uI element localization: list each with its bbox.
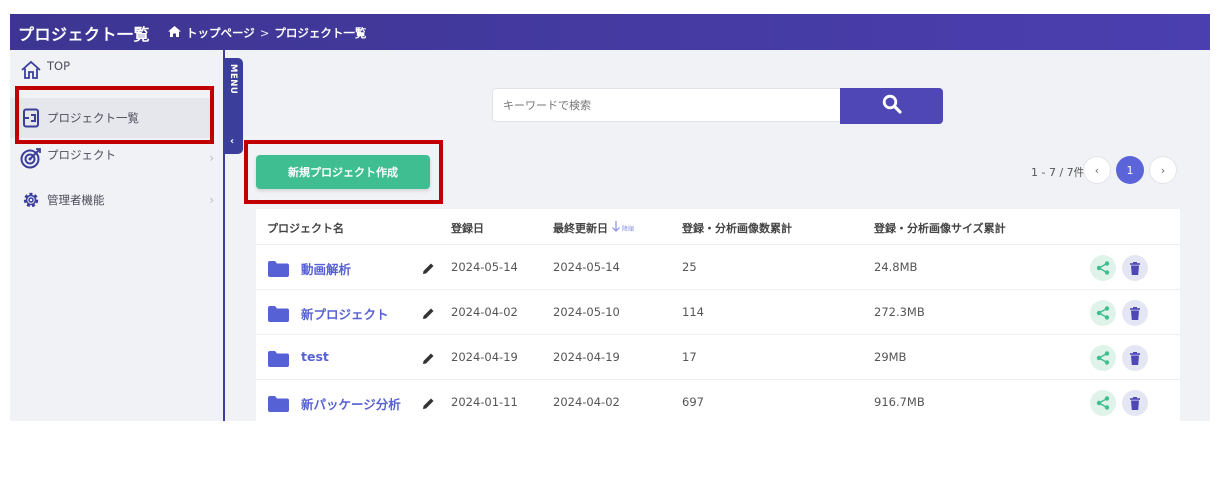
search-button[interactable] — [840, 88, 943, 124]
sort-down-arrow-icon — [611, 221, 621, 235]
breadcrumb-home-link[interactable]: トップページ — [186, 25, 255, 41]
search-input[interactable] — [492, 88, 840, 122]
column-header-name[interactable]: プロジェクト名 — [267, 220, 344, 236]
share-icon[interactable] — [1090, 345, 1116, 371]
project-name-link[interactable]: 新パッケージ分析 — [301, 394, 401, 413]
home-icon[interactable] — [168, 26, 181, 40]
registered-date: 2024-04-02 — [451, 305, 518, 319]
project-name-link[interactable]: 動画解析 — [301, 259, 351, 278]
pagination-next-button[interactable]: › — [1149, 156, 1177, 184]
image-count: 697 — [682, 395, 704, 409]
column-header-registered[interactable]: 登録日 — [451, 220, 484, 236]
registered-date: 2024-01-11 — [451, 395, 518, 409]
edit-pencil-icon[interactable] — [422, 305, 435, 324]
updated-date: 2024-04-02 — [553, 395, 620, 409]
pagination-prev-button[interactable]: ‹ — [1083, 156, 1111, 184]
image-size: 916.7MB — [874, 395, 925, 409]
target-icon — [20, 147, 42, 169]
folder-icon — [268, 261, 289, 281]
updated-date: 2024-05-10 — [553, 305, 620, 319]
chevron-right-icon: › — [209, 151, 214, 165]
sidebar-item-label: プロジェクト — [47, 148, 116, 162]
highlight-box-new-project-button — [244, 140, 443, 204]
image-size: 24.8MB — [874, 260, 918, 274]
trash-icon[interactable] — [1122, 390, 1148, 416]
edit-pencil-icon[interactable] — [422, 350, 435, 369]
breadcrumb: トップページ > プロジェクト一覧 — [168, 25, 366, 41]
project-name-link[interactable]: 新プロジェクト — [301, 304, 389, 323]
sidebar-item-label: 管理者機能 — [47, 193, 105, 207]
home-icon — [20, 59, 42, 81]
gear-icon — [20, 189, 42, 211]
page-title: プロジェクト一覧 — [18, 25, 151, 44]
project-name-link[interactable]: test — [301, 349, 329, 364]
breadcrumb-current: プロジェクト一覧 — [274, 26, 367, 40]
registered-date: 2024-04-19 — [451, 350, 518, 364]
registered-date: 2024-05-14 — [451, 260, 518, 274]
top-bar: プロジェクト一覧 トップページ > プロジェクト一覧 — [10, 14, 1210, 50]
image-count: 17 — [682, 350, 697, 364]
table-row[interactable]: 新プロジェクト 2024-04-02 2024-05-10 114 272.3M… — [256, 289, 1180, 335]
app-window: プロジェクト一覧 トップページ > プロジェクト一覧 TOP プロジェクト一覧 — [10, 14, 1210, 421]
table-row[interactable]: test 2024-04-19 2024-04-19 17 29MB — [256, 334, 1180, 380]
chevron-right-icon: › — [209, 193, 214, 207]
sidebar-item-project[interactable]: プロジェクト › — [10, 138, 214, 178]
menu-toggle-tab[interactable]: MENU ‹ — [225, 58, 243, 154]
image-count: 114 — [682, 305, 704, 319]
menu-tab-label: MENU — [228, 64, 238, 95]
column-header-label: 最終更新日 — [553, 222, 608, 235]
column-header-updated[interactable]: 最終更新日 降順 — [553, 220, 634, 236]
share-icon[interactable] — [1090, 255, 1116, 281]
sidebar-item-top[interactable]: TOP — [10, 50, 210, 90]
edit-pencil-icon[interactable] — [422, 260, 435, 279]
column-header-image-size[interactable]: 登録・分析画像サイズ累計 — [874, 220, 1006, 236]
share-icon[interactable] — [1090, 390, 1116, 416]
sidebar-item-label: TOP — [47, 59, 71, 73]
sidebar-item-admin[interactable]: 管理者機能 › — [10, 180, 214, 220]
folder-icon — [268, 306, 289, 326]
image-size: 29MB — [874, 350, 907, 364]
folder-icon — [268, 396, 289, 416]
image-count: 25 — [682, 260, 697, 274]
project-table: プロジェクト名 登録日 最終更新日 降順 登録・分析画像数累計 登録・分析画像サ… — [256, 209, 1180, 421]
column-header-image-count[interactable]: 登録・分析画像数累計 — [682, 220, 792, 236]
pagination-info: 1 - 7 / 7件 — [1031, 166, 1085, 179]
chevron-left-icon: ‹ — [230, 136, 235, 147]
share-icon[interactable] — [1090, 300, 1116, 326]
table-row[interactable]: 動画解析 2024-05-14 2024-05-14 25 24.8MB — [256, 244, 1180, 290]
highlight-box-sidebar-project-list — [15, 86, 214, 144]
trash-icon[interactable] — [1122, 255, 1148, 281]
image-size: 272.3MB — [874, 305, 925, 319]
table-row[interactable]: 新パッケージ分析 2024-01-11 2024-04-02 697 916.7… — [256, 379, 1180, 421]
search-icon — [882, 94, 902, 118]
trash-icon[interactable] — [1122, 300, 1148, 326]
pagination-page-1[interactable]: 1 — [1116, 156, 1144, 184]
breadcrumb-separator: > — [259, 26, 270, 40]
updated-date: 2024-05-14 — [553, 260, 620, 274]
sort-order-label: 降順 — [622, 225, 635, 233]
updated-date: 2024-04-19 — [553, 350, 620, 364]
trash-icon[interactable] — [1122, 345, 1148, 371]
edit-pencil-icon[interactable] — [422, 395, 435, 414]
folder-icon — [268, 351, 289, 371]
